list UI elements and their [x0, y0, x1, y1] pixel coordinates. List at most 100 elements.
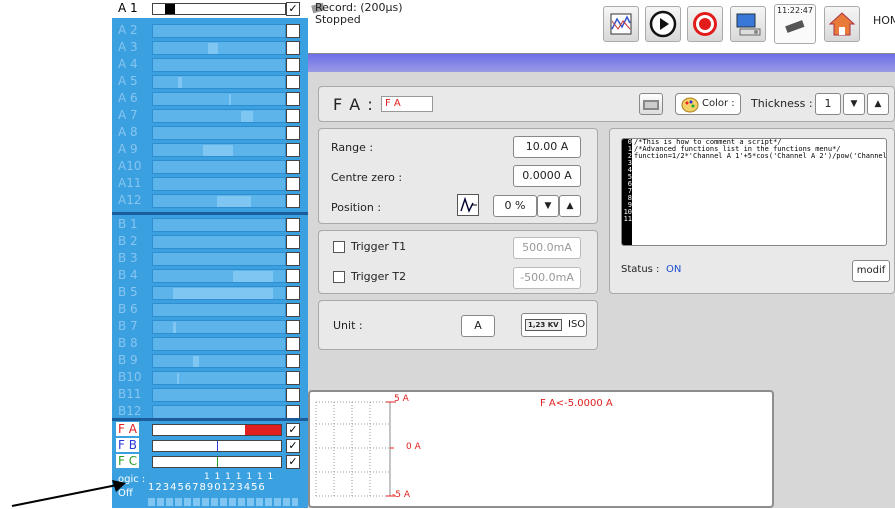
channel-row[interactable]: A12	[112, 192, 308, 210]
channel-row[interactable]: A 3	[112, 39, 308, 57]
channel-trace-preview	[152, 320, 286, 334]
status-value: ON	[666, 264, 682, 275]
logic-digits-tens: 1 1 1 1 1 1 1	[204, 472, 275, 482]
channel-visible-checkbox[interactable]	[286, 252, 300, 266]
channel-sidebar: A 1 ✓ A 2A 3A 4A 5A 6A 7A 8A 9 A10 A11 A12 …	[112, 0, 308, 508]
channel-visible-checkbox[interactable]	[286, 41, 300, 55]
range-label: Range :	[331, 141, 374, 154]
channel-visible-checkbox[interactable]	[286, 269, 300, 283]
trigger-t1-checkbox[interactable]	[333, 241, 345, 253]
trace-mark	[229, 94, 231, 105]
math-channel-row[interactable]: F C ✓	[112, 454, 308, 470]
channel-visible-checkbox[interactable]	[286, 109, 300, 123]
channel-row[interactable]: B 3	[112, 250, 308, 268]
channel-row[interactable]: B 5	[112, 284, 308, 302]
channel-row[interactable]: A 2	[112, 22, 308, 40]
channel-row[interactable]: B 1	[112, 216, 308, 234]
logic-channels-strip[interactable]: ogic : Off 1 1 1 1 1 1 1 123456789012345…	[112, 472, 308, 508]
channel-row[interactable]: B10	[112, 369, 308, 387]
script-line: function=1/2*'Channel A 1'+5*cos('Channe…	[634, 152, 887, 160]
unit-field[interactable]: A	[461, 315, 495, 337]
channel-trace-preview	[152, 235, 286, 249]
channel-row[interactable]: A 7	[112, 107, 308, 125]
clock-widget[interactable]: 11:22:47	[774, 4, 816, 44]
math-channel-checkbox[interactable]: ✓	[286, 423, 300, 437]
channel-row[interactable]: B 7	[112, 318, 308, 336]
play-button[interactable]	[645, 6, 681, 42]
iso-label: ISO	[568, 319, 586, 330]
home-button[interactable]	[824, 6, 860, 42]
channel-row[interactable]: A 5	[112, 73, 308, 91]
monitor-button[interactable]	[730, 6, 766, 42]
auto-position-button[interactable]	[457, 194, 479, 216]
modif-button[interactable]: modif	[852, 260, 890, 282]
color-button[interactable]: Color :	[675, 93, 741, 115]
annotation-arrow-icon	[11, 480, 126, 507]
channel-visible-checkbox[interactable]	[286, 92, 300, 106]
trigger-t2-field[interactable]: -500.0mA	[513, 267, 581, 289]
range-field[interactable]: 10.00 A	[513, 136, 581, 158]
thickness-value[interactable]: 1	[815, 93, 841, 115]
trigger-t1-field[interactable]: 500.0mA	[513, 237, 581, 259]
trace-mark	[208, 43, 218, 54]
channel-visible-checkbox[interactable]	[286, 126, 300, 140]
channel-row[interactable]: A 4	[112, 56, 308, 74]
chart-view-button[interactable]	[603, 6, 639, 42]
channel-name-input[interactable]: F A	[381, 96, 433, 112]
script-line	[634, 160, 886, 167]
logic-digits: 1234567890123456	[148, 482, 266, 493]
trace-mark	[233, 271, 273, 282]
channel-row[interactable]: A 9	[112, 141, 308, 159]
channel-row[interactable]: B 2	[112, 233, 308, 251]
channel-row[interactable]: A10	[112, 158, 308, 176]
channel-trace-preview	[152, 269, 286, 283]
thickness-up-button[interactable]: ▲	[867, 93, 889, 115]
channel-trace-preview	[152, 194, 286, 208]
channel-row[interactable]: B 6	[112, 301, 308, 319]
channel-trace-preview	[152, 252, 286, 266]
keyboard-button[interactable]	[639, 93, 663, 115]
channel-visible-checkbox[interactable]	[286, 160, 300, 174]
iso-button[interactable]: 1,23 KV ISO	[521, 313, 587, 337]
channel-row-a1[interactable]: A 1 ✓	[112, 0, 308, 18]
channel-visible-checkbox[interactable]	[286, 303, 300, 317]
channel-trace-preview	[152, 405, 286, 419]
channel-visible-checkbox[interactable]	[286, 194, 300, 208]
channel-visible-checkbox[interactable]	[286, 24, 300, 38]
channel-visible-checkbox[interactable]	[286, 320, 300, 334]
channel-visible-checkbox[interactable]	[286, 143, 300, 157]
math-channel-checkbox[interactable]: ✓	[286, 455, 300, 469]
channel-row[interactable]: A 6	[112, 90, 308, 108]
script-editor[interactable]: 0 1 2 3 4 5 6 7 8 9 10 11 /*This is how to comment …	[621, 138, 887, 246]
channel-row[interactable]: A11	[112, 175, 308, 193]
thickness-label: Thickness :	[751, 97, 813, 110]
channel-row[interactable]: B11	[112, 386, 308, 404]
channel-visible-checkbox[interactable]	[286, 75, 300, 89]
play-icon	[649, 10, 677, 38]
channel-visible-checkbox[interactable]	[286, 177, 300, 191]
math-channel-checkbox[interactable]: ✓	[286, 439, 300, 453]
channel-visible-checkbox[interactable]	[286, 58, 300, 72]
trigger-t2-checkbox[interactable]	[333, 271, 345, 283]
position-down-button[interactable]: ▼	[537, 195, 559, 217]
channel-visible-checkbox[interactable]	[286, 405, 300, 419]
position-field[interactable]: 0 %	[493, 195, 537, 217]
thickness-down-button[interactable]: ▼	[843, 93, 865, 115]
channel-visible-checkbox[interactable]	[286, 235, 300, 249]
channel-row[interactable]: A 8	[112, 124, 308, 142]
channel-visible-checkbox[interactable]	[286, 388, 300, 402]
channel-visible-checkbox[interactable]	[286, 354, 300, 368]
channel-row[interactable]: B 9	[112, 352, 308, 370]
channel-visible-checkbox[interactable]	[286, 218, 300, 232]
centre-zero-field[interactable]: 0.0000 A	[513, 165, 581, 187]
channel-visible-checkbox[interactable]	[286, 371, 300, 385]
position-up-button[interactable]: ▲	[559, 195, 581, 217]
channel-visible-checkbox[interactable]	[286, 286, 300, 300]
channel-row[interactable]: B 4	[112, 267, 308, 285]
channel-visible-checkbox[interactable]: ✓	[286, 2, 300, 16]
math-channel-row[interactable]: F B ✓	[112, 438, 308, 454]
math-channel-row[interactable]: F A ✓	[112, 422, 308, 438]
record-button[interactable]	[687, 6, 723, 42]
channel-row[interactable]: B 8	[112, 335, 308, 353]
channel-visible-checkbox[interactable]	[286, 337, 300, 351]
